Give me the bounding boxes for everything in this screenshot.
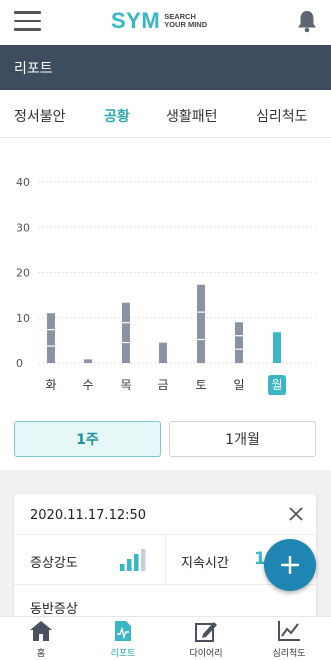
intensity-bar-1	[127, 559, 132, 571]
tab-psych-scale[interactable]: 심리척도	[256, 106, 308, 126]
card-divider-2	[14, 584, 316, 585]
close-icon[interactable]	[288, 506, 304, 522]
logo-sub-line2: YOUR MIND	[164, 20, 208, 29]
report-tabs: 정서불안 공황 생활패턴 심리척도	[0, 90, 331, 138]
nav-diary-label: 다이어리	[189, 649, 223, 659]
duration-label: 지속시간	[181, 556, 229, 571]
logo-main-text: SYM	[111, 8, 161, 33]
chart-bar-6[interactable]	[273, 332, 281, 363]
page-title-bar: 리포트	[0, 45, 331, 90]
chart-bar-1[interactable]	[84, 359, 92, 363]
page-title: 리포트	[14, 61, 53, 77]
period-week-label: 1주	[76, 432, 99, 448]
hamburger-icon[interactable]	[14, 11, 41, 31]
add-record-button[interactable]	[264, 539, 316, 591]
nav-psych-scale-label: 심리척도	[272, 649, 306, 659]
period-month-label: 1개월	[225, 432, 260, 448]
tab-life-pattern[interactable]: 생활패턴	[166, 106, 218, 126]
x-category-label[interactable]: 월	[271, 378, 282, 392]
home-icon	[30, 621, 52, 641]
app-bar: SYM SEARCH YOUR MIND	[0, 0, 331, 45]
plus-icon	[281, 556, 299, 574]
accompanying-symptoms-label: 동반증상	[30, 602, 78, 617]
nav-diary[interactable]: 다이어리	[165, 617, 247, 660]
intensity-bar-0	[120, 564, 125, 571]
logo-sub-text: SEARCH YOUR MIND	[164, 12, 208, 30]
intensity-bar-3	[141, 549, 146, 571]
intensity-signal-icon	[120, 549, 146, 571]
nav-report[interactable]: 리포트	[82, 617, 164, 660]
y-tick-label: 0	[16, 357, 23, 370]
x-category-label[interactable]: 수	[82, 378, 93, 392]
app-logo: SYM SEARCH YOUR MIND	[111, 8, 207, 34]
tab-anxiety[interactable]: 정서불안	[14, 106, 66, 126]
nav-home[interactable]: 홈	[0, 617, 82, 660]
nav-home-label: 홈	[36, 649, 46, 659]
x-category-label[interactable]: 화	[45, 378, 56, 392]
chart-svg: 0 10 20 30 40 화 수 목 금 토 일 월	[16, 176, 316, 395]
y-tick-label: 20	[16, 267, 30, 280]
record-datetime: 2020.11.17.12:50	[30, 508, 147, 523]
chart-bar-0[interactable]	[47, 313, 55, 363]
y-tick-label: 30	[16, 221, 30, 234]
x-category-label[interactable]: 일	[233, 378, 244, 392]
x-category-label[interactable]: 금	[157, 378, 168, 392]
chart-bar-5[interactable]	[235, 322, 243, 363]
chart-bar-2[interactable]	[122, 302, 130, 363]
y-tick-label: 40	[16, 176, 30, 189]
chart-bar-4[interactable]	[197, 284, 205, 363]
weekly-chart: 0 10 20 30 40 화 수 목 금 토 일 월	[0, 139, 331, 395]
card-column-divider	[165, 534, 166, 584]
scale-chart-icon	[278, 621, 300, 641]
tab-panic[interactable]: 공황	[104, 106, 130, 126]
report-icon	[115, 621, 131, 641]
diary-icon	[195, 622, 217, 642]
nav-report-label: 리포트	[110, 649, 136, 659]
y-tick-label: 10	[16, 312, 30, 325]
nav-psych-scale[interactable]: 심리척도	[248, 617, 330, 660]
x-category-label[interactable]: 목	[120, 378, 131, 392]
x-category-label[interactable]: 토	[195, 378, 206, 392]
intensity-bar-2	[134, 554, 139, 571]
period-month-button[interactable]: 1개월	[169, 421, 316, 457]
bell-icon[interactable]	[296, 9, 318, 33]
intensity-label: 증상강도	[30, 556, 78, 571]
period-week-button[interactable]: 1주	[14, 421, 161, 457]
chart-bar-3[interactable]	[159, 342, 167, 363]
bottom-nav: 홈 리포트 다이어리 심리척도	[0, 616, 331, 660]
